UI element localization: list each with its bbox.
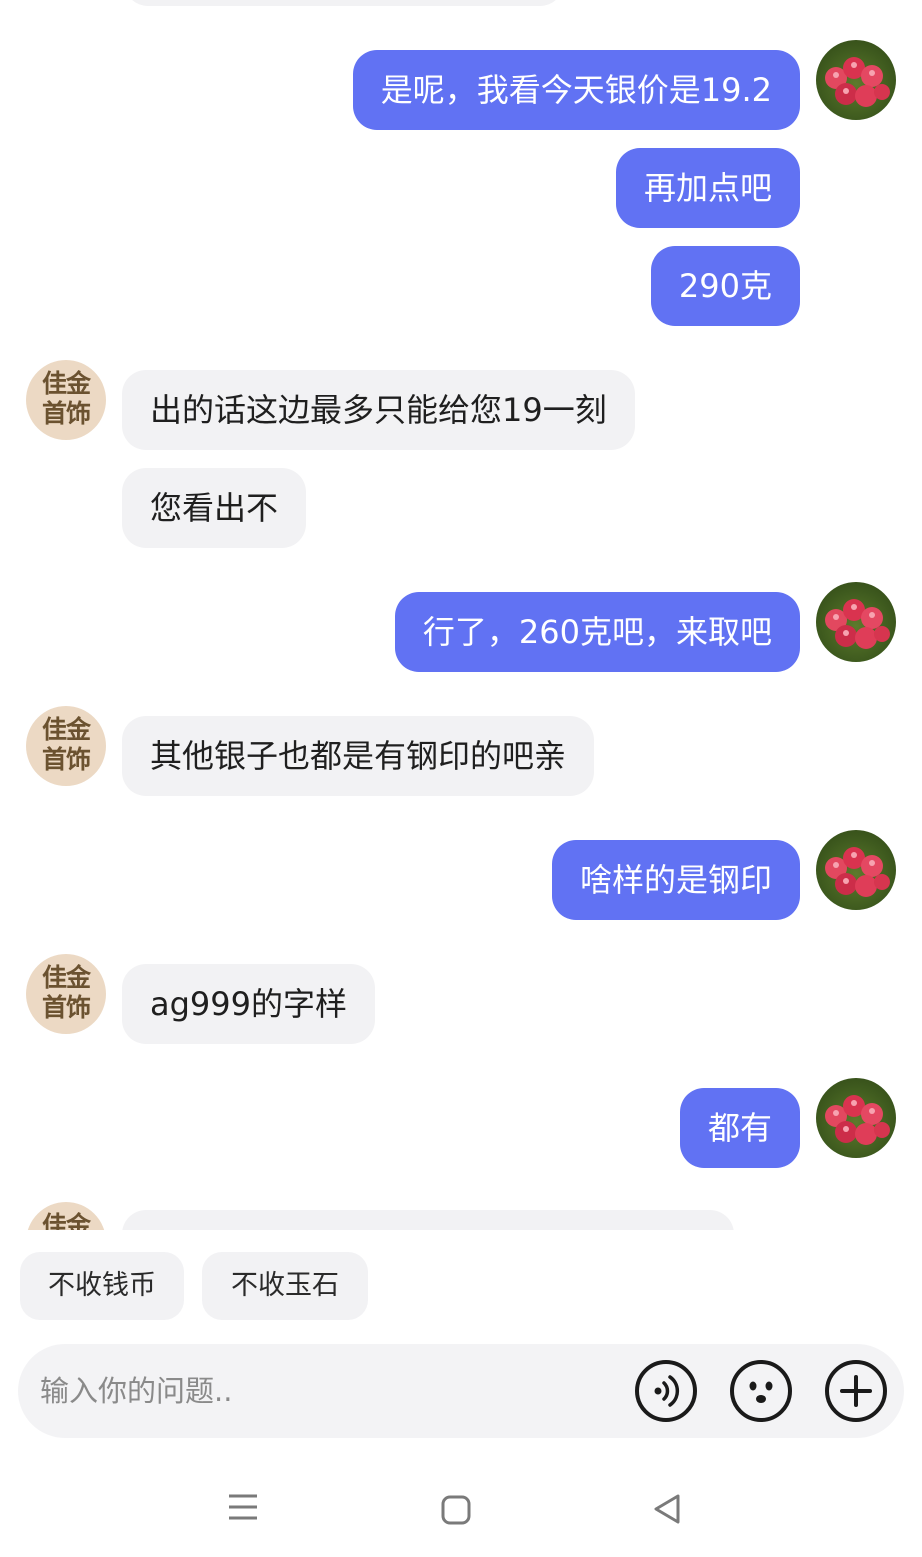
shop-logo-text: 佳金首饰 <box>41 963 91 1022</box>
message-bubble-outgoing[interactable]: 是呢，我看今天银价是19.2 <box>352 50 800 130</box>
user-avatar[interactable] <box>816 1078 896 1158</box>
user-avatar[interactable] <box>816 830 896 910</box>
shop-avatar[interactable]: 佳金首饰 <box>26 1202 106 1230</box>
message-bubble-incoming[interactable]: ag999的字样 <box>122 964 376 1044</box>
back-icon[interactable] <box>650 1492 684 1526</box>
shop-avatar[interactable]: 佳金首饰 <box>26 706 106 786</box>
suggestion-chip[interactable]: 不收钱币 <box>20 1252 184 1320</box>
message-bubble-incoming[interactable]: 其他银子也都是有钢印的吧亲 <box>122 716 595 796</box>
home-icon[interactable] <box>440 1494 472 1526</box>
message-bubble-incoming[interactable]: 出的话这边最多只能给您19一刻 <box>122 370 635 450</box>
shop-avatar[interactable]: 佳金首饰 <box>26 360 106 440</box>
shop-logo-text: 佳金首饰 <box>41 1211 91 1230</box>
message-bubble-outgoing[interactable]: 啥样的是钢印 <box>551 840 800 920</box>
shop-logo-text: 佳金首饰 <box>41 369 91 428</box>
message-bubble-incoming[interactable]: 您看出不 <box>122 468 307 548</box>
plus-icon[interactable] <box>825 1360 887 1422</box>
message-input[interactable] <box>40 1364 620 1418</box>
message-bubble-partial <box>122 1210 734 1230</box>
emoji-icon[interactable] <box>730 1360 792 1422</box>
message-bubble-outgoing[interactable]: 行了，260克吧，来取吧 <box>394 592 800 672</box>
message-bubble-outgoing[interactable]: 再加点吧 <box>615 148 800 228</box>
user-avatar[interactable] <box>816 40 896 120</box>
suggestion-chip[interactable]: 不收玉石 <box>202 1252 368 1320</box>
shop-avatar[interactable]: 佳金首饰 <box>26 954 106 1034</box>
message-input-bar <box>18 1344 904 1438</box>
message-bubble-outgoing[interactable]: 都有 <box>679 1088 800 1168</box>
message-bubble-partial <box>124 0 564 6</box>
hawthorn-fruit-icon <box>825 1095 890 1145</box>
user-avatar[interactable] <box>816 582 896 662</box>
hawthorn-fruit-icon <box>825 599 890 649</box>
hawthorn-fruit-icon <box>825 847 890 897</box>
message-bubble-outgoing[interactable]: 290克 <box>650 246 800 326</box>
chat-area[interactable]: 是呢，我看今天银价是19.2 再加点吧 290克 佳金 首饰 出的话这边最多只能给… <box>0 0 922 1230</box>
voice-icon[interactable] <box>635 1360 697 1422</box>
menu-icon[interactable] <box>226 1490 260 1524</box>
hawthorn-fruit-icon <box>825 57 890 107</box>
shop-logo-text: 佳金首饰 <box>41 715 91 774</box>
